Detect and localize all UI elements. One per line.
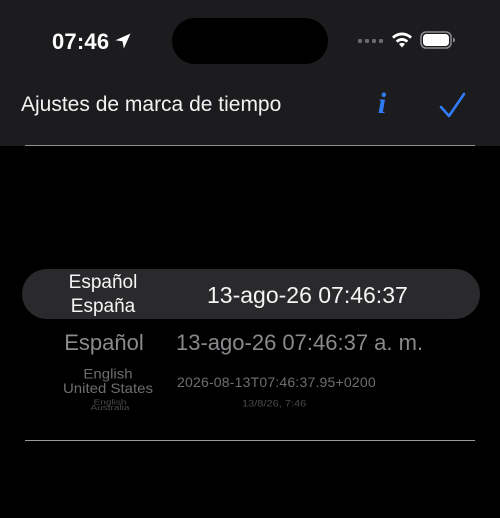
- picker-row[interactable]: English Australia 13/8/26, 7:46: [0, 398, 500, 414]
- picker-row-language: Español España: [44, 271, 162, 319]
- picker-row-language: Español: [64, 330, 144, 355]
- language-line: English: [83, 366, 133, 382]
- status-time: 07:46: [52, 29, 110, 54]
- picker-row-language: English Australia: [70, 399, 150, 413]
- picker-row[interactable]: English United States 2026-08-13T07:46:3…: [0, 366, 500, 400]
- region-line: Australia: [90, 404, 130, 413]
- picker-row-selected[interactable]: Español España 13-ago-26 07:46:37: [0, 271, 500, 319]
- timestamp-settings-screen: 07:46 Ajustes de marca de tiempo i Españ…: [0, 0, 500, 518]
- battery-full-icon: [420, 31, 455, 49]
- dynamic-island: [172, 18, 328, 64]
- status-bar: 07:46: [0, 0, 500, 84]
- language-line: Español: [68, 272, 138, 293]
- picker-row[interactable]: Español 13-ago-26 07:46:37 a. m.: [0, 327, 500, 359]
- region-line: España: [70, 296, 136, 317]
- picker-row-timestamp: 2026-08-13T07:46:37.95+0200: [177, 374, 376, 390]
- picker-row-language: English United States: [44, 366, 172, 397]
- locale-picker[interactable]: Español España 13-ago-26 07:46:37 Españo…: [0, 146, 500, 440]
- cellular-signal-icon: [358, 39, 383, 43]
- info-button[interactable]: i: [368, 88, 396, 120]
- region-line: United States: [62, 381, 154, 397]
- wifi-icon: [392, 32, 412, 48]
- top-panel: 07:46 Ajustes de marca de tiempo i: [0, 0, 500, 146]
- picker-row-timestamp: 13-ago-26 07:46:37: [207, 282, 408, 308]
- checkmark-icon[interactable]: [436, 91, 468, 121]
- location-arrow-icon: [115, 33, 131, 49]
- page-title: Ajustes de marca de tiempo: [21, 93, 282, 116]
- bottom-divider: [25, 440, 475, 441]
- picker-row-timestamp: 13-ago-26 07:46:37 a. m.: [176, 330, 424, 355]
- picker-row-timestamp: 13/8/26, 7:46: [242, 399, 307, 409]
